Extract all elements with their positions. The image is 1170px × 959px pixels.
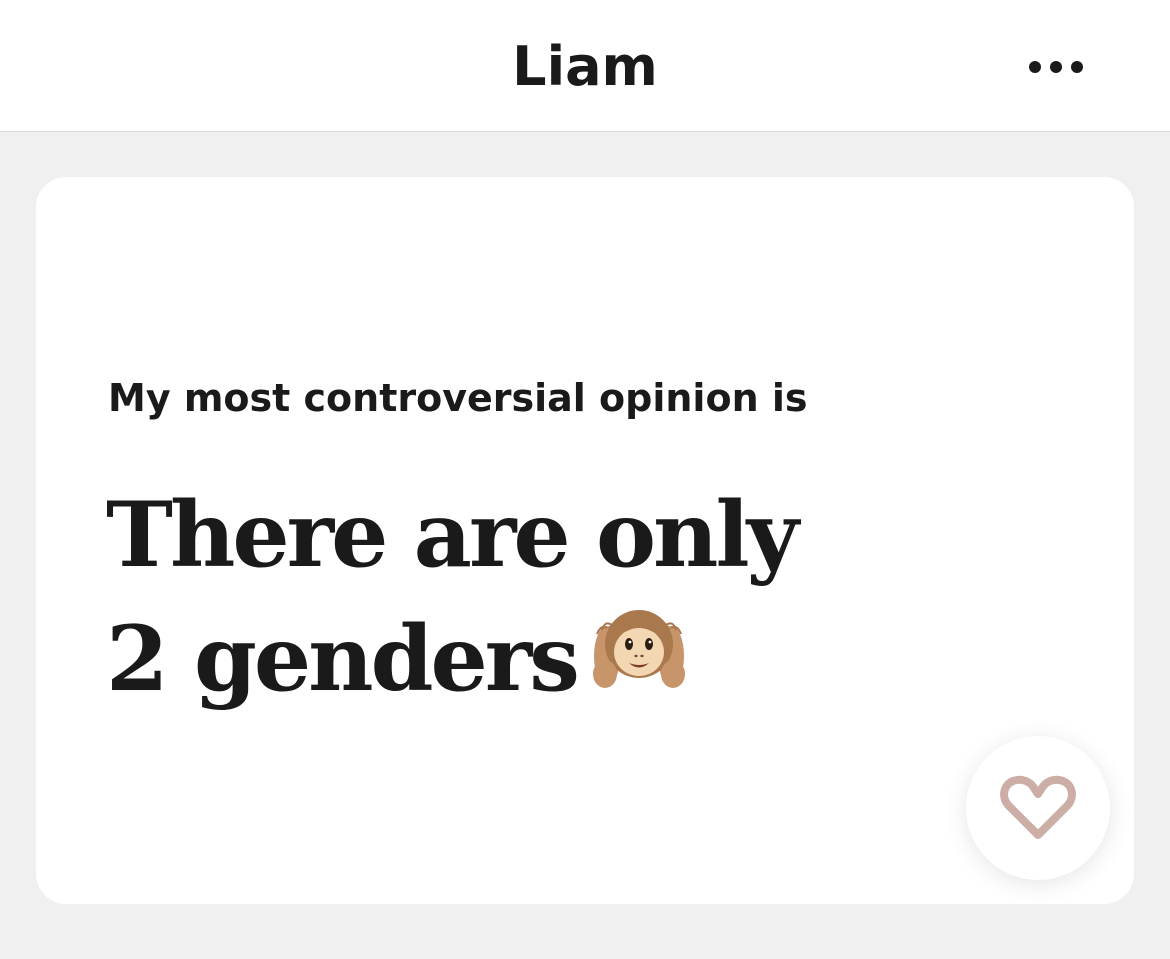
like-button[interactable] xyxy=(966,736,1110,880)
heart-outline-icon xyxy=(1000,775,1076,839)
top-bar: Liam xyxy=(0,0,1170,132)
more-dot-icon xyxy=(1071,61,1083,73)
hear-no-evil-monkey-icon xyxy=(591,601,687,725)
prompt-question: My most controversial opinion is xyxy=(108,376,808,420)
prompt-answer: There are only 2 genders xyxy=(106,473,866,725)
prompt-card: My most controversial opinion is There a… xyxy=(36,177,1134,904)
more-dot-icon xyxy=(1029,61,1041,73)
more-dot-icon xyxy=(1050,61,1062,73)
more-options-button[interactable] xyxy=(1020,44,1092,90)
prompt-answer-text: There are only 2 genders xyxy=(106,482,799,712)
profile-name-title: Liam xyxy=(512,35,658,98)
